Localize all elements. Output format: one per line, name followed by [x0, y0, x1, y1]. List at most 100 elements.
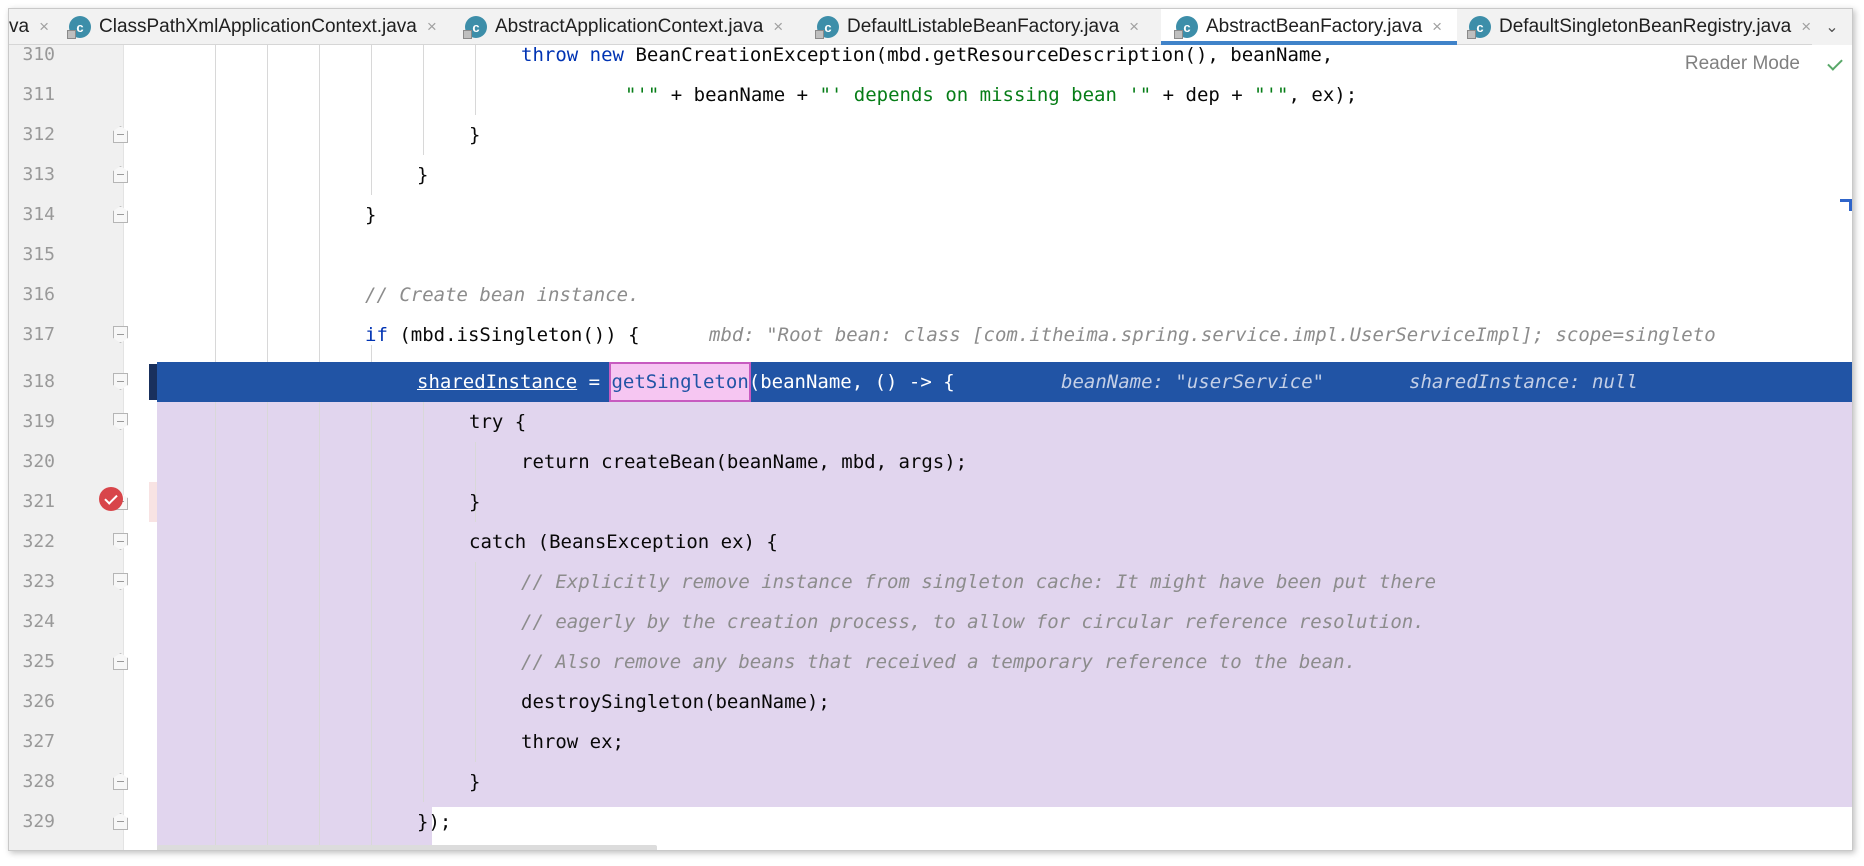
string-literal: "'" — [1254, 84, 1289, 106]
code-line[interactable]: 324 // eagerly by the creation process, … — [9, 602, 1852, 642]
fold-icon[interactable] — [113, 413, 128, 430]
line-number: 315 — [22, 244, 55, 265]
code-text: (mbd.isSingleton()) { — [387, 324, 640, 346]
fold-icon[interactable] — [113, 206, 128, 223]
line-number: 311 — [22, 84, 55, 105]
scrollbar-marker — [1849, 199, 1852, 211]
code-text: } — [469, 124, 481, 146]
fold-icon[interactable] — [113, 326, 128, 343]
code-line[interactable]: 322 catch (BeansException ex) { — [9, 522, 1852, 562]
code-text: + dep + — [1151, 84, 1255, 106]
line-number: 324 — [22, 611, 55, 632]
line-number: 329 — [22, 811, 55, 832]
code-text: + beanName + — [659, 84, 820, 106]
method-call-highlight[interactable]: getSingleton — [609, 362, 751, 402]
code-text: (beanName, () -> { — [748, 371, 955, 393]
breakpoint-icon[interactable] — [99, 487, 123, 511]
line-number: 322 — [22, 531, 55, 552]
code-line[interactable]: 326 destroySingleton(beanName); — [9, 682, 1852, 722]
line-number: 318 — [22, 371, 55, 392]
line-number: 326 — [22, 691, 55, 712]
debug-inline-value: sharedInstance: null — [1409, 371, 1638, 393]
string-literal: "' depends on missing bean '" — [819, 84, 1152, 106]
comment: // Create bean instance. — [365, 284, 640, 306]
close-icon[interactable]: × — [39, 17, 49, 37]
fold-icon[interactable] — [113, 166, 128, 183]
code-line[interactable]: 328 } — [9, 762, 1852, 802]
code-line[interactable]: 312 } — [9, 115, 1852, 155]
code-line[interactable]: 327 throw ex; — [9, 722, 1852, 762]
code-text: catch (BeansException ex) { — [469, 531, 778, 553]
line-number: 314 — [22, 204, 55, 225]
code-line[interactable]: 315 — [9, 235, 1852, 275]
code-line[interactable]: 316 // Create bean instance. — [9, 275, 1852, 315]
code-line[interactable]: 319 try { — [9, 402, 1852, 442]
fold-icon[interactable] — [113, 533, 128, 550]
code-text: if (mbd.isSingleton()) { — [365, 315, 640, 355]
fold-icon[interactable] — [113, 813, 128, 830]
code-text: "'" + beanName + "' depends on missing b… — [625, 75, 1357, 115]
code-text: throw new BeanCreationException(mbd.getR… — [521, 35, 1333, 75]
close-icon[interactable]: × — [773, 17, 783, 37]
code-line-current[interactable]: 318 sharedInstance = getSingleton(beanNa… — [9, 362, 1852, 402]
line-number: 325 — [22, 651, 55, 672]
line-number: 319 — [22, 411, 55, 432]
code-text: , ex); — [1288, 84, 1358, 106]
code-text: } — [469, 771, 481, 793]
close-icon[interactable]: × — [1801, 17, 1811, 37]
ide-window: va × c ClassPathXmlApplicationContext.ja… — [8, 8, 1853, 851]
keyword: new — [589, 44, 624, 66]
comment: // Explicitly remove instance from singl… — [521, 571, 1437, 593]
line-number: 310 — [22, 44, 55, 65]
debug-inline-value: mbd: "Root bean: class [com.itheima.spri… — [709, 324, 1716, 346]
comment: // Also remove any beans that received a… — [521, 651, 1357, 673]
code-line[interactable]: 323 // Explicitly remove instance from s… — [9, 562, 1852, 602]
close-icon[interactable]: × — [427, 17, 437, 37]
code-text: sharedInstance = getSingleton(beanName, … — [417, 362, 955, 402]
line-number: 316 — [22, 284, 55, 305]
code-line[interactable]: 320 return createBean(beanName, mbd, arg… — [9, 442, 1852, 482]
string-literal: "'" — [625, 84, 660, 106]
line-number: 313 — [22, 164, 55, 185]
reader-mode-toggle[interactable]: Reader Mode — [1685, 53, 1800, 75]
check-icon — [104, 490, 118, 505]
variable: sharedInstance — [417, 371, 578, 393]
line-number: 320 — [22, 451, 55, 472]
close-icon[interactable]: × — [1129, 17, 1139, 37]
code-line[interactable]: 321 } — [9, 482, 1852, 522]
code-text: = — [577, 371, 612, 393]
code-text: } — [417, 164, 429, 186]
code-text: }); — [417, 811, 452, 833]
code-text: throw ex; — [521, 731, 624, 753]
comment: // eagerly by the creation process, to a… — [521, 611, 1425, 633]
line-number: 327 — [22, 731, 55, 752]
line-number: 317 — [22, 324, 55, 345]
keyword: if — [365, 324, 388, 346]
line-number: 328 — [22, 771, 55, 792]
line-number: 323 — [22, 571, 55, 592]
fold-icon[interactable] — [113, 653, 128, 670]
code-line[interactable]: 314 } — [9, 195, 1852, 235]
close-icon[interactable]: × — [1432, 17, 1442, 37]
code-text: return createBean(beanName, mbd, args); — [521, 451, 968, 473]
code-line[interactable]: 317 if (mbd.isSingleton()) { mbd: "Root … — [9, 315, 1852, 355]
code-text: } — [365, 204, 377, 226]
code-line[interactable]: 325 // Also remove any beans that receiv… — [9, 642, 1852, 682]
code-editor[interactable]: 310 throw new BeanCreationException(mbd.… — [9, 44, 1852, 850]
code-line[interactable]: 313 } — [9, 155, 1852, 195]
line-number: 312 — [22, 124, 55, 145]
fold-icon[interactable] — [113, 773, 128, 790]
fold-icon[interactable] — [113, 573, 128, 590]
code-line[interactable]: 310 throw new BeanCreationException(mbd.… — [9, 35, 1852, 75]
line-number: 321 — [22, 491, 55, 512]
code-text: try { — [469, 411, 527, 433]
debug-inline-value: beanName: "userService" — [1061, 371, 1325, 393]
fold-icon[interactable] — [113, 373, 128, 390]
code-text: } — [469, 491, 481, 513]
horizontal-scrollbar[interactable] — [157, 845, 657, 850]
fold-icon[interactable] — [113, 126, 128, 143]
code-line[interactable]: 311 "'" + beanName + "' depends on missi… — [9, 75, 1852, 115]
code-line[interactable]: 329 }); — [9, 802, 1852, 842]
code-text: destroySingleton(beanName); — [521, 691, 830, 713]
code-text: BeanCreationException(mbd.getResourceDes… — [635, 44, 1334, 66]
